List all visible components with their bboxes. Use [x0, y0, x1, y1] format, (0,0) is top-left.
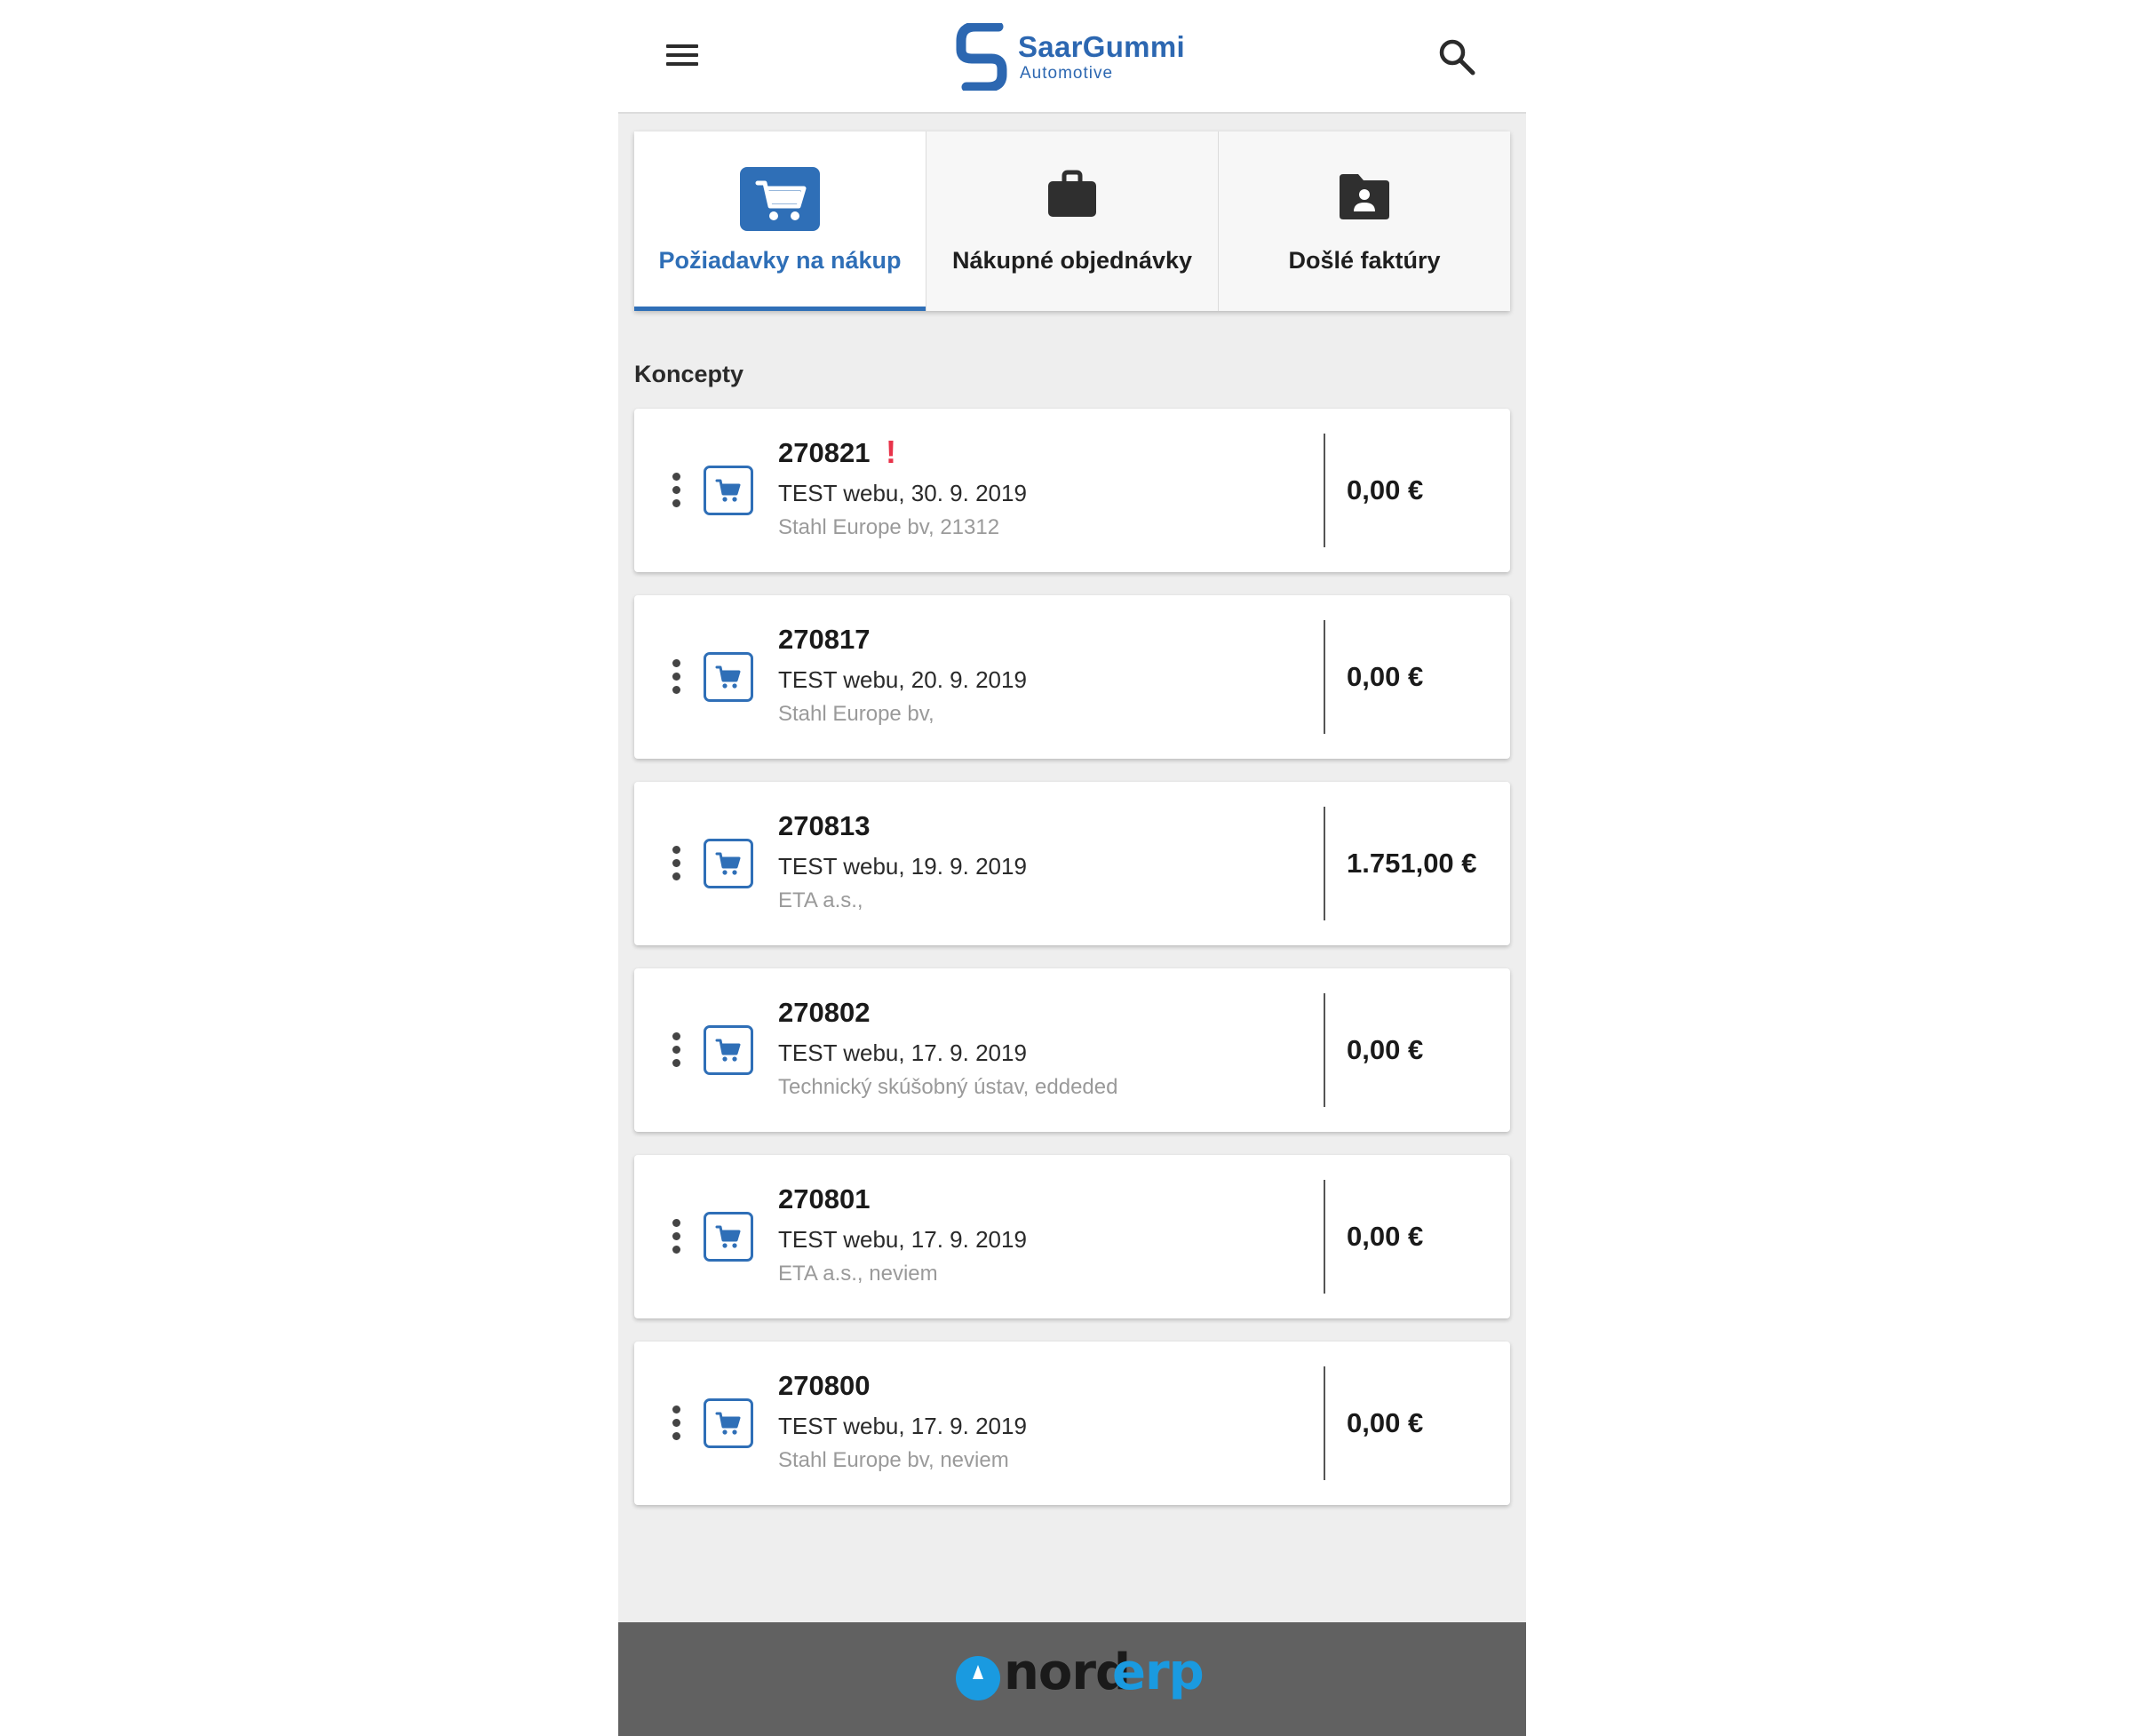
request-description: TEST webu, 17. 9. 2019 [778, 1413, 1027, 1439]
tab-purchase-requests[interactable]: Požiadavky na nákup [634, 131, 926, 311]
tab-purchase-orders[interactable]: Nákupné objednávky [926, 131, 1218, 311]
norderp-brand-nord: nord [1004, 1644, 1131, 1701]
request-card[interactable]: 270802 TEST webu, 17. 9. 2019 Technický … [634, 968, 1510, 1132]
request-vendor: ETA a.s., [778, 888, 863, 912]
shopping-cart-icon [740, 167, 820, 231]
request-description: TEST webu, 19. 9. 2019 [778, 853, 1027, 880]
request-description: TEST webu, 17. 9. 2019 [778, 1226, 1027, 1253]
alert-indicator: ! [886, 434, 896, 470]
request-amount: 1.751,00 € [1347, 848, 1477, 879]
more-vert-icon[interactable] [670, 657, 682, 697]
norderp-brand-erp: erp [1112, 1644, 1205, 1701]
saargummi-logo: SaarGummi Automotive [956, 23, 1196, 91]
tab-label: Nákupné objednávky [951, 247, 1193, 274]
card-divider [1324, 620, 1325, 734]
tab-received-invoices[interactable]: Došlé faktúry [1218, 131, 1510, 311]
request-card[interactable]: 270821 ! TEST webu, 30. 9. 2019 Stahl Eu… [634, 409, 1510, 572]
folder-user-icon [1324, 167, 1404, 231]
request-number: 270817 [778, 624, 871, 655]
search-icon[interactable] [1435, 36, 1478, 78]
request-number: 270801 [778, 1183, 871, 1214]
request-card[interactable]: 270813 TEST webu, 19. 9. 2019 ETA a.s., … [634, 782, 1510, 945]
request-amount: 0,00 € [1347, 1034, 1424, 1065]
tab-label: Došlé faktúry [1288, 247, 1441, 274]
request-number: 270813 [778, 810, 871, 841]
request-description: TEST webu, 30. 9. 2019 [778, 480, 1027, 506]
card-divider [1324, 1366, 1325, 1480]
saargummi-logo-mark [956, 23, 1007, 91]
tab-label: Požiadavky na nákup [658, 247, 902, 274]
shopping-cart-icon [704, 466, 753, 515]
request-number: 270821 [778, 437, 871, 468]
section-title: Koncepty [634, 361, 744, 387]
more-vert-icon[interactable] [670, 1404, 682, 1443]
shopping-cart-icon [704, 1398, 753, 1448]
hamburger-menu-icon[interactable] [664, 37, 704, 76]
request-card[interactable]: 270817 TEST webu, 20. 9. 2019 Stahl Euro… [634, 595, 1510, 759]
request-vendor: Stahl Europe bv, 21312 [778, 515, 1000, 539]
request-number: 270800 [778, 1370, 871, 1401]
more-vert-icon[interactable] [670, 471, 682, 510]
request-card[interactable]: 270800 TEST webu, 17. 9. 2019 Stahl Euro… [634, 1342, 1510, 1505]
app-footer: nord erp [618, 1622, 1526, 1736]
request-description: TEST webu, 17. 9. 2019 [778, 1039, 1027, 1066]
logo-brand-text: SaarGummi [1018, 30, 1185, 63]
more-vert-icon[interactable] [670, 844, 682, 883]
app-header: SaarGummi Automotive [618, 0, 1526, 114]
card-divider [1324, 1180, 1325, 1294]
card-divider [1324, 434, 1325, 547]
request-vendor: ETA a.s., neviem [778, 1262, 938, 1286]
request-vendor: Stahl Europe bv, neviem [778, 1448, 1009, 1472]
request-description: TEST webu, 20. 9. 2019 [778, 666, 1027, 693]
norderp-logo: nord erp [956, 1644, 1205, 1715]
request-card[interactable]: 270801 TEST webu, 17. 9. 2019 ETA a.s., … [634, 1155, 1510, 1318]
request-vendor: Stahl Europe bv, [778, 702, 934, 726]
app-frame: SaarGummi Automotive Požiadavky na nákup [618, 0, 1526, 1736]
tab-bar: Požiadavky na nákup Nákupné objednávky D… [634, 131, 1510, 311]
request-amount: 0,00 € [1347, 474, 1424, 506]
request-amount: 0,00 € [1347, 661, 1424, 692]
norderp-compass-icon [956, 1656, 1000, 1700]
briefcase-icon [1032, 167, 1112, 231]
request-vendor: Technický skúšobný ústav, eddeded [778, 1075, 1118, 1099]
logo-sub-text: Automotive [1020, 64, 1114, 83]
more-vert-icon[interactable] [670, 1031, 682, 1070]
request-amount: 0,00 € [1347, 1407, 1424, 1438]
shopping-cart-icon [704, 839, 753, 888]
shopping-cart-icon [704, 1025, 753, 1075]
more-vert-icon[interactable] [670, 1217, 682, 1256]
card-divider [1324, 993, 1325, 1107]
shopping-cart-icon [704, 652, 753, 702]
request-amount: 0,00 € [1347, 1221, 1424, 1252]
card-divider [1324, 807, 1325, 920]
request-number: 270802 [778, 997, 871, 1028]
shopping-cart-icon [704, 1212, 753, 1262]
